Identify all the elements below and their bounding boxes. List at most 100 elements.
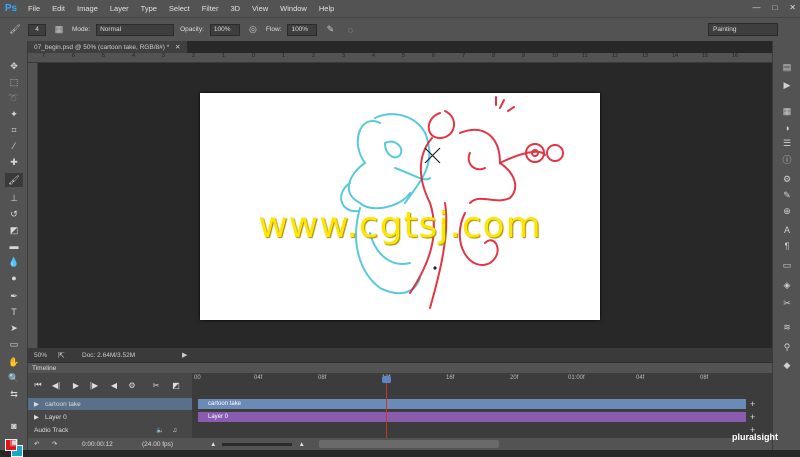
pressure-size-icon[interactable]: ◌	[343, 23, 357, 37]
history-brush-icon[interactable]: ↺	[5, 207, 23, 221]
airbrush-icon[interactable]: ✎	[323, 23, 337, 37]
healing-brush-icon[interactable]: ✚	[5, 155, 23, 169]
info-panel-icon[interactable]: ⓘ	[779, 153, 795, 166]
next-frame-icon[interactable]: |▶	[88, 379, 100, 391]
swap-colors-icon[interactable]: ⇆	[5, 387, 23, 401]
zoom-out-icon[interactable]: ▲	[210, 441, 216, 448]
history-panel-icon[interactable]: ▤	[779, 61, 795, 74]
maximize-button[interactable]: □	[772, 3, 777, 12]
track-layer-0[interactable]: ▶ Layer 0	[28, 411, 192, 423]
quick-mask-icon[interactable]: ◙	[5, 419, 23, 433]
magic-wand-icon[interactable]: ✦	[5, 107, 23, 121]
mute-icon[interactable]: 🔈	[156, 426, 164, 434]
zoom-in-icon[interactable]: ▲	[298, 441, 304, 448]
menu-edit[interactable]: Edit	[46, 4, 71, 13]
swatches-panel-icon[interactable]: ▦	[779, 105, 795, 118]
shape-tool-icon[interactable]: ▭	[5, 337, 23, 351]
menu-select[interactable]: Select	[163, 4, 196, 13]
gradient-tool-icon[interactable]: ▬	[5, 239, 23, 253]
brush-size-picker[interactable]: 4	[28, 23, 46, 36]
status-menu-arrow-icon[interactable]: ▶	[182, 351, 187, 359]
minimize-button[interactable]: —	[752, 3, 760, 12]
marquee-tool-icon[interactable]: ⬚	[5, 75, 23, 89]
eyedropper-icon[interactable]: ⁄	[5, 139, 23, 153]
hand-tool-icon[interactable]: ✋	[5, 355, 23, 369]
paths-panel-icon[interactable]: ⚲	[779, 341, 795, 354]
document-close-icon[interactable]: ✕	[175, 44, 180, 51]
flow-input[interactable]: 100%	[287, 23, 318, 36]
menu-window[interactable]: Window	[274, 4, 313, 13]
menu-layer[interactable]: Layer	[104, 4, 135, 13]
transition-icon[interactable]: ◩	[170, 379, 182, 391]
crop-tool-icon[interactable]: ⌗	[5, 123, 23, 137]
brush-preset-icon[interactable]: 🖌	[8, 23, 22, 37]
play-icon[interactable]: ▶	[70, 379, 82, 391]
frame-label: 20f	[510, 375, 519, 381]
add-media-icon[interactable]: +	[750, 412, 755, 422]
previous-frame-icon[interactable]: ◀|	[50, 379, 62, 391]
paragraph-panel-icon[interactable]: ¶	[779, 239, 795, 252]
timeline-zoom-slider[interactable]	[222, 442, 293, 446]
playback-settings-icon[interactable]: ⚙	[126, 379, 138, 391]
lasso-tool-icon[interactable]: ➰	[5, 91, 23, 105]
type-tool-icon[interactable]: T	[5, 305, 23, 319]
screen-mode-icon[interactable]: ▣	[5, 435, 23, 449]
brush-panel-icon[interactable]: ▦	[52, 23, 66, 37]
move-tool-icon[interactable]: ✥	[5, 59, 23, 73]
path-select-icon[interactable]: ➤	[5, 321, 23, 335]
add-media-icon[interactable]: +	[750, 399, 755, 409]
playhead-handle[interactable]	[382, 376, 391, 383]
clip-cartoon-take[interactable]: cartoon take	[198, 399, 746, 409]
render-icon[interactable]: ↷	[52, 440, 76, 448]
convert-to-frame-icon[interactable]: ↶	[34, 440, 52, 448]
dodge-tool-icon[interactable]: ●	[5, 271, 23, 285]
export-icon[interactable]: ⇱	[58, 351, 74, 360]
clone-source-icon[interactable]: ⊕	[779, 205, 795, 218]
menu-view[interactable]: View	[246, 4, 274, 13]
opacity-input[interactable]: 100%	[209, 23, 240, 36]
close-button[interactable]: ✕	[789, 3, 796, 12]
menu-help[interactable]: Help	[313, 4, 340, 13]
pressure-opacity-icon[interactable]: ◎	[246, 23, 260, 37]
expand-arrow-icon[interactable]: ▶	[34, 400, 39, 408]
brush-panel-icon[interactable]: ✎	[779, 189, 795, 202]
pen-tool-icon[interactable]: ✒	[5, 289, 23, 303]
track-cartoon-take[interactable]: ▶ cartoon take	[28, 398, 192, 410]
menu-3d[interactable]: 3D	[224, 4, 246, 13]
ruler-tick-label: 9	[522, 53, 526, 59]
menu-bar: Ps File Edit Image Layer Type Select Fil…	[0, 0, 800, 17]
tool-presets-icon[interactable]: ▭	[779, 259, 795, 272]
clip-layer-0[interactable]: Layer 0	[198, 412, 746, 422]
layers-panel-icon[interactable]: ◆	[779, 359, 795, 372]
document-tab[interactable]: 07_begin.psd @ 50% (cartoon take, RGB/8#…	[28, 41, 188, 53]
workspace-select[interactable]: Painting	[708, 23, 778, 36]
navigator-panel-icon[interactable]: ✂	[779, 297, 795, 310]
blur-tool-icon[interactable]: 💧	[5, 255, 23, 269]
track-audio[interactable]: Audio Track 🔈 ♫	[28, 424, 192, 436]
expand-arrow-icon[interactable]: ▶	[34, 413, 39, 421]
menu-image[interactable]: Image	[71, 4, 104, 13]
zoom-tool-icon[interactable]: 🔍	[5, 371, 23, 385]
brush-presets-icon[interactable]: ⚙	[779, 173, 795, 186]
mode-select[interactable]: Normal	[96, 23, 175, 36]
adjustments-panel-icon[interactable]: ◑	[779, 121, 795, 134]
menu-filter[interactable]: Filter	[196, 4, 225, 13]
menu-type[interactable]: Type	[135, 4, 163, 13]
zoom-level[interactable]: 50%	[28, 352, 58, 359]
channels-panel-icon[interactable]: ≋	[779, 321, 795, 334]
brush-tool-icon[interactable]: 🖌	[5, 173, 23, 187]
note-icon[interactable]: ♫	[172, 427, 177, 434]
character-panel-icon[interactable]: A	[779, 223, 795, 236]
timeline-scrollbar[interactable]	[318, 440, 499, 448]
menu-file[interactable]: File	[22, 4, 46, 13]
split-icon[interactable]: ✂	[150, 379, 162, 391]
actions-panel-icon[interactable]: ▶	[779, 79, 795, 92]
properties-panel-icon[interactable]: ☰	[779, 137, 795, 150]
eraser-tool-icon[interactable]: ◩	[5, 223, 23, 237]
go-to-first-frame-icon[interactable]: ⏮	[32, 379, 44, 391]
stamp-tool-icon[interactable]: ⊥	[5, 191, 23, 205]
ruler-tick-label: 6	[72, 53, 76, 59]
audio-icon[interactable]: ◀	[108, 379, 120, 391]
styles-panel-icon[interactable]: ◈	[779, 279, 795, 292]
ruler-tick-label: 12	[612, 53, 619, 59]
